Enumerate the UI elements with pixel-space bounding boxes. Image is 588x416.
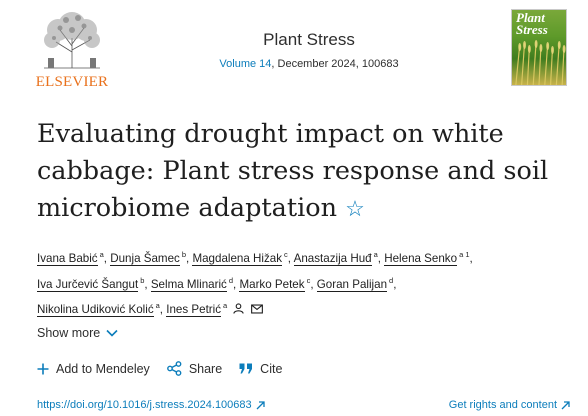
author-item[interactable]: Goran Palijan d, bbox=[316, 275, 396, 292]
author-name[interactable]: Anastazija Huđ bbox=[293, 252, 372, 266]
author-item[interactable]: Helena Senko a 1, bbox=[384, 250, 473, 266]
author-name[interactable]: Dunja Šamec bbox=[110, 252, 180, 266]
author-affiliation: c bbox=[306, 275, 311, 285]
issue-details: , December 2024, 100683 bbox=[271, 58, 399, 70]
show-more-label: Show more bbox=[37, 326, 101, 340]
doi-link-text: https://doi.org/10.1016/j.stress.2024.10… bbox=[37, 399, 252, 411]
author-affiliation: d bbox=[389, 275, 394, 285]
publisher-wordmark: ELSEVIER bbox=[35, 74, 109, 90]
email-icon[interactable] bbox=[250, 304, 263, 314]
author-affiliation: a bbox=[99, 250, 104, 259]
share-button[interactable]: Share bbox=[166, 361, 223, 376]
external-link-icon bbox=[256, 400, 265, 409]
chevron-down-icon bbox=[106, 329, 118, 337]
author-item[interactable]: Nikolina Udiković Kolić a, bbox=[37, 301, 166, 317]
star-icon[interactable]: ☆ bbox=[345, 197, 365, 222]
author-name[interactable]: Ivana Babić bbox=[37, 252, 98, 266]
cover-title: Plant Stress bbox=[516, 10, 548, 37]
author-name[interactable]: Ines Petrić bbox=[166, 303, 222, 317]
quote-icon bbox=[239, 363, 253, 374]
add-to-mendeley-button[interactable]: Add to Mendeley bbox=[37, 362, 150, 376]
author-list: Ivana Babić a, Dunja Šamec b, Magdalena Hi… bbox=[37, 244, 567, 321]
author-affiliation: d bbox=[228, 275, 234, 285]
author-item[interactable]: Magdalena Hižak c, bbox=[192, 250, 293, 266]
author-item[interactable]: Anastazija Huđ a, bbox=[293, 250, 385, 266]
author-name[interactable]: Goran Palijan bbox=[316, 277, 388, 292]
author-name[interactable]: Iva Jurčević Šangut bbox=[37, 277, 139, 292]
author-item[interactable]: Ivana Babić a, bbox=[37, 250, 110, 266]
author-affiliation: a bbox=[223, 301, 228, 310]
cite-button[interactable]: Cite bbox=[239, 362, 282, 376]
author-affiliation: c bbox=[284, 250, 288, 259]
journal-title-link[interactable]: Plant Stress bbox=[170, 30, 448, 50]
author-item[interactable]: Ines Petrić a bbox=[166, 301, 263, 317]
cite-label: Cite bbox=[260, 361, 283, 376]
author-item[interactable]: Dunja Šamec b, bbox=[110, 250, 192, 266]
author-affiliation: b bbox=[140, 275, 145, 285]
author-name[interactable]: Selma Mlinarić bbox=[150, 277, 227, 292]
author-name[interactable]: Nikolina Udiković Kolić bbox=[37, 303, 154, 317]
author-affiliation: a 1 bbox=[459, 250, 470, 259]
plus-icon bbox=[37, 363, 49, 374]
author-name[interactable]: Magdalena Hižak bbox=[192, 252, 283, 266]
add-to-mendeley-label: Add to Mendeley bbox=[56, 361, 150, 376]
cover-wheat-image bbox=[515, 40, 566, 85]
get-rights-text: Get rights and content bbox=[448, 399, 557, 411]
author-item[interactable]: Iva Jurčević Šangut b, bbox=[37, 275, 151, 292]
get-rights-link[interactable]: Get rights and content bbox=[449, 399, 570, 411]
volume-link[interactable]: Volume 14 bbox=[219, 58, 271, 70]
author-affiliation: b bbox=[181, 250, 186, 259]
journal-info: Plant Stress Volume 14, December 2024, 1… bbox=[170, 30, 448, 70]
author-name[interactable]: Marko Petek bbox=[239, 277, 305, 292]
person-icon bbox=[233, 303, 245, 314]
elsevier-tree-icon bbox=[44, 12, 100, 69]
journal-cover-thumbnail[interactable]: Plant Stress bbox=[511, 9, 567, 86]
journal-issue-info: Volume 14, December 2024, 100683 bbox=[170, 58, 448, 70]
author-name[interactable]: Helena Senko bbox=[384, 252, 458, 266]
show-more-button[interactable]: Show more bbox=[37, 326, 118, 340]
author-item[interactable]: Selma Mlinarić d, bbox=[150, 275, 240, 292]
article-title-text: Evaluating drought impact on white cabba… bbox=[37, 119, 549, 223]
article-title: Evaluating drought impact on white cabba… bbox=[37, 116, 557, 228]
author-affiliation: a bbox=[155, 301, 160, 310]
author-affiliation: a bbox=[373, 250, 378, 259]
doi-link[interactable]: https://doi.org/10.1016/j.stress.2024.10… bbox=[37, 399, 265, 411]
share-label: Share bbox=[188, 361, 223, 376]
article-actions: Add to Mendeley Share Cite bbox=[37, 361, 299, 376]
elsevier-logo[interactable]: ELSEVIER bbox=[34, 8, 110, 90]
cover-title-text: Plant Stress bbox=[516, 10, 548, 37]
author-item[interactable]: Marko Petek c, bbox=[239, 275, 316, 292]
share-icon bbox=[166, 361, 182, 376]
external-link-icon bbox=[561, 400, 570, 409]
